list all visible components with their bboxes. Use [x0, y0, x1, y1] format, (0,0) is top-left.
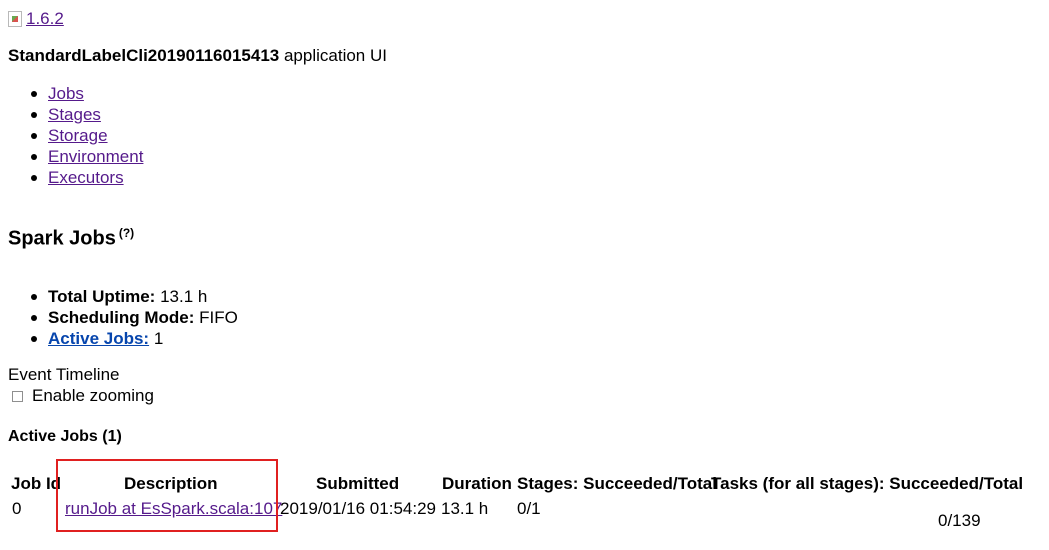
column-header-stages[interactable]: Stages: Succeeded/Total — [517, 474, 717, 494]
nav-link-jobs[interactable]: Jobs — [48, 84, 84, 103]
version-link[interactable]: 1.6.2 — [8, 9, 64, 29]
summary-scheduling-mode: Scheduling Mode: FIFO — [31, 307, 238, 328]
app-suffix: application UI — [283, 46, 387, 65]
description-highlight-box — [56, 459, 278, 532]
spark-logo-icon — [8, 11, 22, 27]
summary-active-jobs: Active Jobs: 1 — [31, 328, 238, 349]
nav-item-storage: Storage — [30, 125, 143, 146]
uptime-value: 13.1 h — [160, 287, 208, 306]
nav-link-storage[interactable]: Storage — [48, 126, 108, 145]
page-title: Spark Jobs (?) — [8, 226, 134, 251]
column-header-tasks[interactable]: Tasks (for all stages): Succeeded/Total — [711, 474, 1023, 494]
nav-link-stages[interactable]: Stages — [48, 105, 101, 124]
summary-list: Total Uptime: 13.1 h Scheduling Mode: FI… — [31, 286, 238, 349]
cell-submitted: 2019/01/16 01:54:29 — [280, 499, 436, 518]
nav-link-environment[interactable]: Environment — [48, 147, 143, 166]
cell-stages: 0/1 — [517, 499, 541, 518]
scheduling-mode-label: Scheduling Mode: — [48, 308, 195, 327]
nav-list: Jobs Stages Storage Environment Executor… — [30, 83, 143, 188]
scheduling-mode-value: FIFO — [199, 308, 238, 327]
nav-item-executors: Executors — [30, 167, 143, 188]
active-jobs-heading[interactable]: Active Jobs (1) — [8, 428, 122, 446]
column-header-job-id[interactable]: Job Id — [11, 474, 61, 494]
nav-item-environment: Environment — [30, 146, 143, 167]
column-header-submitted[interactable]: Submitted — [316, 474, 399, 494]
column-header-duration[interactable]: Duration — [442, 474, 512, 494]
app-title: StandardLabelCli20190116015413 applicati… — [8, 46, 387, 66]
enable-zooming-checkbox[interactable] — [12, 390, 23, 402]
nav-link-executors[interactable]: Executors — [48, 168, 124, 187]
summary-uptime: Total Uptime: 13.1 h — [31, 286, 238, 307]
app-name: StandardLabelCli20190116015413 — [8, 46, 280, 65]
uptime-label: Total Uptime: — [48, 287, 156, 306]
help-icon[interactable]: (?) — [119, 226, 134, 240]
cell-job-id: 0 — [12, 499, 22, 518]
event-timeline-toggle[interactable]: Event Timeline — [8, 365, 120, 385]
enable-zooming-label: Enable zooming — [32, 386, 154, 405]
version-text: 1.6.2 — [26, 9, 64, 28]
active-jobs-value: 1 — [153, 329, 164, 348]
nav-item-jobs: Jobs — [30, 83, 143, 104]
cell-duration: 13.1 h — [441, 499, 489, 518]
cell-tasks: 0/139 — [938, 511, 981, 530]
nav-item-stages: Stages — [30, 104, 143, 125]
page-title-text: Spark Jobs — [8, 227, 116, 250]
enable-zooming-row[interactable]: Enable zooming — [12, 386, 154, 406]
active-jobs-link[interactable]: Active Jobs: — [48, 329, 149, 348]
